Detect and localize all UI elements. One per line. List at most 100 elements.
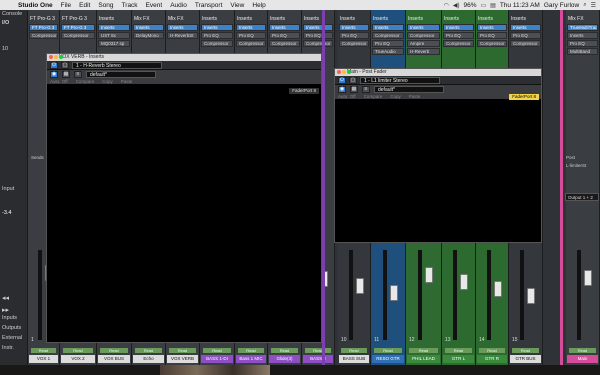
insert-slot[interactable]: Inserts (443, 24, 474, 31)
battery-icon[interactable]: ▭ (480, 2, 486, 9)
channel-name[interactable]: Bass 1 MIC (236, 355, 266, 363)
strip-header[interactable]: Inserts (97, 16, 131, 22)
compare-button[interactable]: Compare (364, 94, 383, 99)
close-icon[interactable] (49, 55, 53, 59)
insert-slot[interactable]: Compressor (339, 40, 369, 47)
channel-name[interactable]: GTR R (477, 355, 507, 363)
left-instr[interactable]: Instr. (2, 345, 14, 351)
automation-mode[interactable]: Read (569, 348, 596, 353)
insert-slot[interactable]: Compressor (510, 40, 541, 47)
channel-name[interactable]: VOX VERB (167, 355, 198, 363)
insert-slot[interactable]: Inserts (510, 24, 541, 31)
faderport-badge[interactable]: FaderPort 8 (289, 88, 319, 94)
volume-fader[interactable] (584, 270, 592, 286)
channel-name[interactable]: Glide(3) (269, 355, 300, 363)
insert-slot[interactable]: Compressor (201, 40, 233, 47)
flag-icon[interactable]: ▤ (490, 2, 496, 9)
insert-slot[interactable]: H-Reverb (407, 48, 440, 55)
insert-slot[interactable]: TrueAudio (372, 48, 404, 55)
io-label[interactable]: I/O (2, 20, 9, 26)
insert-slot[interactable]: Inserts (303, 24, 333, 31)
minimize-icon[interactable] (54, 55, 58, 59)
automation-mode[interactable]: Read (479, 348, 505, 353)
insert-slot[interactable]: Inserts (339, 24, 369, 31)
insert-slot[interactable]: Inserts (269, 24, 300, 31)
strip-header[interactable]: Inserts (442, 16, 475, 22)
clock[interactable]: Thu 11:23 AM (500, 2, 540, 9)
insert-slot[interactable]: Inserts (98, 24, 130, 31)
insert-slot[interactable]: Inserts (477, 24, 507, 31)
insert-slot[interactable]: Inserts (201, 24, 233, 31)
automation-mode[interactable]: Read (271, 348, 298, 353)
output-selector[interactable]: Output 1 + 2 (565, 193, 599, 201)
search-icon[interactable]: ⌕ (583, 2, 586, 9)
menu-view[interactable]: View (226, 2, 248, 9)
volume-fader[interactable] (527, 288, 535, 304)
left-outputs[interactable]: Outputs (2, 325, 21, 331)
insert-slot[interactable]: Inserts (167, 24, 198, 31)
channel-name[interactable]: VOX BUS (98, 355, 130, 363)
plugin-titlebar[interactable]: VOX VERB - Inserts (47, 54, 321, 61)
insert-slot[interactable]: Pro EQ (443, 32, 474, 39)
strip-header[interactable]: Inserts (476, 16, 508, 22)
volume-fader[interactable] (460, 274, 468, 290)
automation-mode[interactable]: Read (305, 348, 331, 353)
bypass-icon[interactable]: ◉ (50, 70, 58, 78)
copy-button[interactable]: Copy (390, 94, 401, 99)
paste-button[interactable]: Paste (409, 94, 421, 99)
insert-slot[interactable]: Compressor (303, 40, 333, 47)
automation-mode[interactable]: Read (341, 348, 367, 353)
insert-slot[interactable]: Inserts (236, 24, 266, 31)
faderport-badge[interactable]: FaderPort 8 (509, 94, 539, 100)
insert-slot[interactable]: Compressor (29, 32, 58, 39)
menu-audio[interactable]: Audio (166, 2, 191, 9)
insert-slot[interactable]: Inserts (567, 32, 598, 39)
insert-slot[interactable]: Compressor (236, 40, 266, 47)
channel-name[interactable]: PHIL LEAD (407, 355, 440, 363)
strip-header[interactable]: Inserts (302, 16, 334, 22)
bypass-icon[interactable]: ◉ (338, 85, 346, 93)
power-icon[interactable]: ⏻ (50, 61, 58, 69)
power-icon[interactable]: ⏻ (338, 76, 346, 84)
automation-mode[interactable]: Read (63, 348, 93, 353)
volume-fader[interactable] (355, 278, 364, 294)
insert-slot[interactable]: MultiBand (567, 48, 598, 55)
insert-slot[interactable]: Pro EQ (236, 32, 266, 39)
menu-transport[interactable]: Transport (191, 2, 227, 9)
automation-mode[interactable]: Read (238, 348, 264, 353)
zoom-icon[interactable] (347, 70, 351, 74)
channel-name[interactable]: Main (567, 355, 598, 363)
automation-mode[interactable]: Read (203, 348, 231, 353)
insert-slot[interactable]: Compressor (372, 32, 404, 39)
menu-track[interactable]: Track (118, 2, 142, 9)
channel-name[interactable]: GTR BUS (510, 355, 541, 363)
insert-slot[interactable]: Compressor (407, 32, 440, 39)
insert-slot[interactable]: TrueMultiTrack (567, 24, 598, 31)
strip-header[interactable]: Inserts (338, 16, 370, 22)
insert-slot[interactable]: Compressor (477, 40, 507, 47)
grid-icon[interactable]: ▦ (62, 70, 70, 78)
close-icon[interactable] (337, 70, 341, 74)
insert-slot[interactable]: Pro EQ (477, 32, 507, 39)
insert-slot[interactable]: H-ReverbSt (167, 32, 198, 39)
volume-fader[interactable] (389, 285, 398, 301)
insert-slot[interactable]: Inserts (407, 24, 440, 31)
insert-slot[interactable]: Pro EQ (372, 40, 404, 47)
channel-name[interactable]: BASS SUB (339, 355, 369, 363)
strip-header[interactable]: Mix FX (132, 16, 165, 22)
menu-event[interactable]: Event (142, 2, 167, 9)
strip-header[interactable]: Inserts (371, 16, 405, 22)
menu-list-icon[interactable]: ☰ (591, 2, 596, 9)
insert-slot[interactable]: FT Pro-G 3 (29, 24, 58, 31)
volume-fader[interactable] (493, 281, 502, 297)
channel-name[interactable]: GTR L (443, 355, 474, 363)
insert-slot[interactable]: Ampire (407, 40, 440, 47)
grid-icon[interactable]: ▦ (350, 85, 358, 93)
pin-icon[interactable]: ▢ (61, 61, 69, 69)
menu-help[interactable]: Help (248, 2, 269, 9)
insert-slot[interactable]: Compressor (61, 32, 95, 39)
insert-slot[interactable]: Inserts (133, 24, 164, 31)
menu-edit[interactable]: Edit (75, 2, 94, 9)
paste-button[interactable]: Paste (121, 79, 133, 84)
insert-slot[interactable]: Inserts (372, 24, 404, 31)
